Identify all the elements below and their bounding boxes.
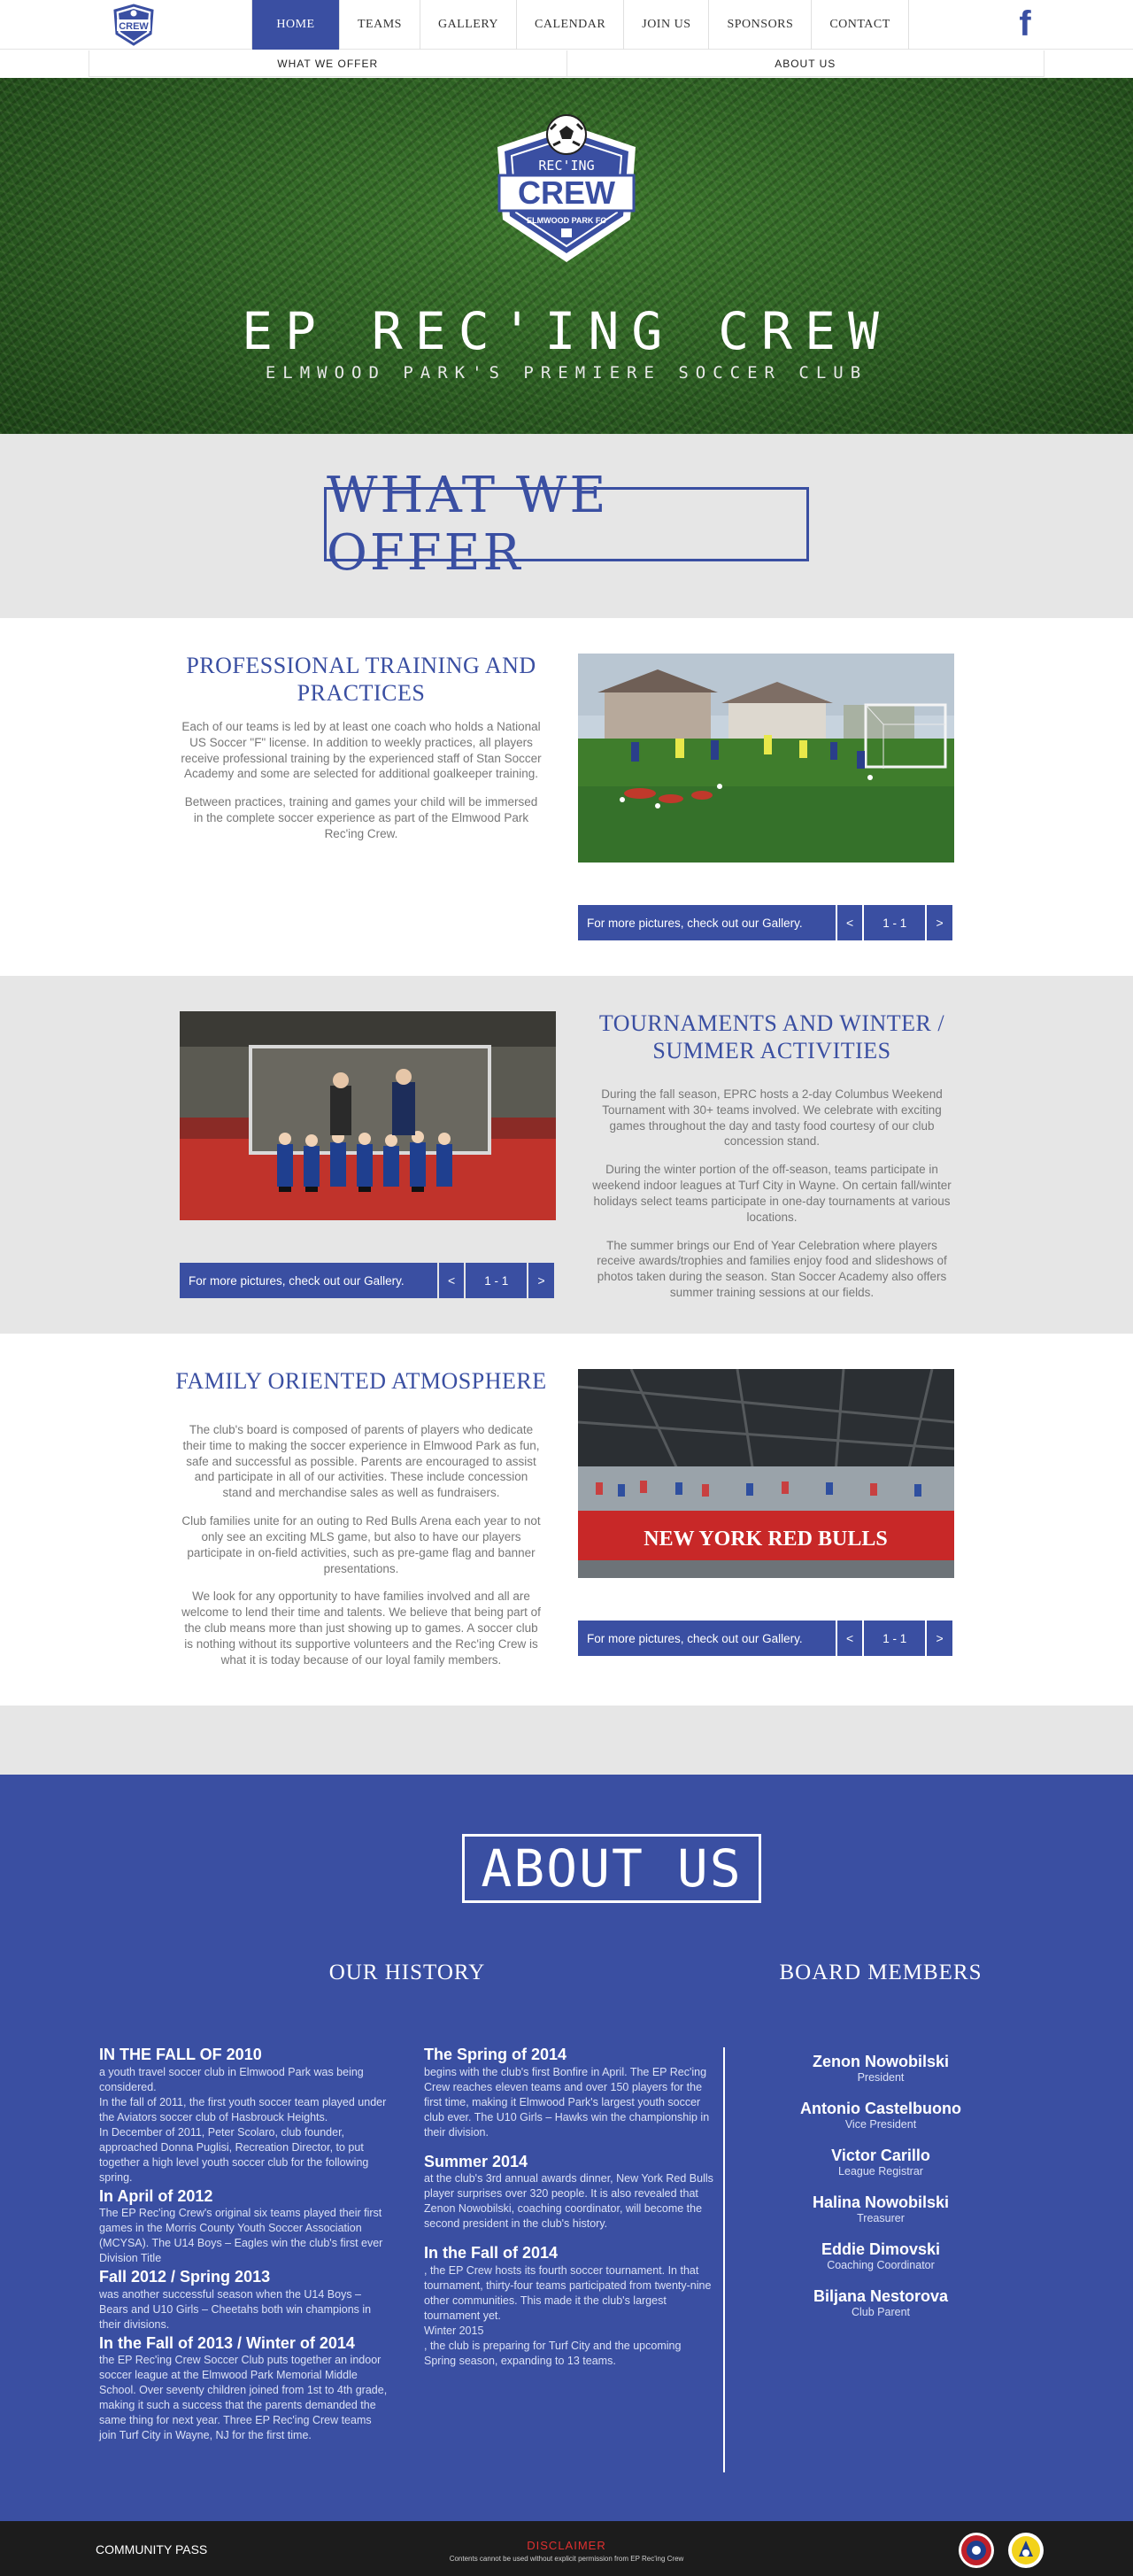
our-history-heading: OUR HISTORY [328,1961,486,1984]
board-members-list: Zenon Nowobilski President Antonio Caste… [770,2044,991,2334]
history-column-right: The Spring of 2014 begins with the club'… [424,2044,716,2369]
anchor-what-we-offer[interactable]: WHAT WE OFFER [89,50,567,77]
board-member-name: Eddie Dimovski [821,2240,941,2258]
anchor-about-us[interactable]: ABOUT US [566,50,1044,77]
offer-bottom-band [0,1706,1133,1775]
training-text: Each of our teams is led by at least one… [180,719,543,855]
club-logo-icon[interactable]: CREW [110,4,158,46]
column-divider [723,2047,725,2472]
history-entry-heading: IN THE FALL OF 2010 [99,2046,262,2063]
facebook-icon[interactable]: f [1014,5,1036,43]
history-entry-heading: In the Fall of 2014 [424,2244,559,2263]
history-entry-heading: In April of 2012 [99,2186,213,2205]
gallery-link[interactable]: For more pictures, check out our Gallery… [180,1263,437,1298]
nav-contact[interactable]: CONTACT [812,0,909,50]
history-entry-text: , the EP Crew hosts its fourth soccer to… [424,2263,712,2367]
board-member-role: Club Parent [851,2306,910,2318]
history-entry-heading: The Spring of 2014 [424,2046,567,2063]
footer: COMMUNITY PASS DISCLAIMER Contents canno… [0,2521,1133,2576]
family-gallery-bar: For more pictures, check out our Gallery… [578,1621,954,1656]
club-crest-logo: REC'ING CREW ELMWOOD PARK FC [497,114,636,262]
gallery-prev-button[interactable]: < [836,1621,863,1656]
family-photo[interactable]: NEW YORK RED BULLS [578,1369,954,1578]
svg-text:CREW: CREW [119,21,149,32]
crest-top-text: REC'ING [538,158,594,174]
nav-gallery[interactable]: GALLERY [420,0,518,50]
tournaments-text: During the fall season, EPRC hosts a 2-d… [590,1087,953,1313]
sponsor-badge-icon[interactable] [1007,2532,1044,2569]
history-column-left: IN THE FALL OF 2010 a youth travel socce… [99,2044,391,2443]
board-member-name: Zenon Nowobilski [812,2053,949,2070]
tournaments-paragraph: During the winter portion of the off-sea… [592,1163,952,1224]
what-we-offer-title-box: WHAT WE OFFER [324,467,809,582]
gallery-next-button[interactable]: > [927,1621,952,1656]
gallery-counter: 1 - 1 [864,905,926,940]
nav-teams[interactable]: TEAMS [340,0,420,50]
nav-calendar[interactable]: CALENDAR [517,0,625,50]
league-badge-icon[interactable] [958,2532,995,2569]
family-text: The club's board is composed of parents … [180,1422,543,1680]
gallery-link[interactable]: For more pictures, check out our Gallery… [578,905,836,940]
history-entry-text: The EP Rec'ing Crew's original six teams… [99,2207,383,2265]
history-entry-heading: Fall 2012 / Spring 2013 [99,2268,271,2286]
history-entry-text: a youth travel soccer club in Elmwood Pa… [99,2065,387,2184]
training-paragraph: Between practices, training and games yo… [184,795,538,840]
hero-banner: REC'ING CREW ELMWOOD PARK FC EP REC'ING … [0,78,1133,434]
crest-bottom-text: ELMWOOD PARK FC [527,216,606,225]
history-entry-text: was another successful season when the U… [99,2287,372,2331]
crest-main-text: CREW [518,174,615,211]
what-we-offer-title: WHAT WE OFFER [327,467,609,582]
hero-title: EP REC'ING CREW [242,301,891,361]
tournaments-paragraph: During the fall season, EPRC hosts a 2-d… [601,1087,943,1149]
tournaments-band [0,976,1133,1334]
red-bulls-banner-text: NEW YORK RED BULLS [644,1528,887,1551]
board-member-role: Treasurer [857,2212,905,2224]
tournaments-photo[interactable] [180,1011,556,1220]
gallery-counter: 1 - 1 [864,1621,926,1656]
about-us-title: ABOUT US [481,1838,743,1899]
family-paragraph: The club's board is composed of parents … [182,1423,540,1500]
history-entry-text: the EP Rec'ing Crew Soccer Club puts tog… [99,2354,388,2442]
gallery-next-button[interactable]: > [528,1263,554,1298]
training-paragraph: Each of our teams is led by at least one… [181,720,542,781]
board-member-role: Vice President [844,2118,917,2131]
training-gallery-bar: For more pictures, check out our Gallery… [578,905,954,940]
history-entry-text: begins with the club's first Bonfire in … [424,2065,710,2139]
tournaments-paragraph: The summer brings our End of Year Celebr… [597,1238,947,1299]
section-anchor-menu: WHAT WE OFFER ABOUT US [89,50,1044,77]
gallery-link[interactable]: For more pictures, check out our Gallery… [578,1621,836,1656]
board-member-name: Victor Carillo [831,2147,930,2164]
gallery-prev-button[interactable]: < [438,1263,465,1298]
main-menu: HOME TEAMS GALLERY CALENDAR JOIN US SPON… [251,0,909,50]
about-us-section: ABOUT US OUR HISTORY BOARD MEMBERS IN TH… [0,1775,1133,2521]
nav-home[interactable]: HOME [251,0,340,50]
board-member-role: League Registrar [838,2165,923,2178]
family-paragraph: We look for any opportunity to have fami… [181,1590,541,1667]
history-entry-heading: Summer 2014 [424,2152,528,2170]
tournaments-gallery-bar: For more pictures, check out our Gallery… [180,1263,556,1298]
history-entry-heading: In the Fall of 2013 / Winter of 2014 [99,2333,355,2352]
nav-join-us[interactable]: JOIN US [624,0,710,50]
gallery-counter: 1 - 1 [466,1263,528,1298]
nav-sponsors[interactable]: SPONSORS [709,0,813,50]
gallery-prev-button[interactable]: < [836,905,863,940]
board-member-role: President [857,2071,905,2084]
gallery-next-button[interactable]: > [927,905,952,940]
training-photo[interactable] [578,654,954,863]
board-members-heading: BOARD MEMBERS [779,1961,983,1984]
tournaments-heading: TOURNAMENTS AND WINTER / SUMMER ACTIVITI… [598,1010,945,1064]
board-member-name: Antonio Castelbuono [800,2100,961,2117]
board-member-role: Coaching Coordinator [827,2259,935,2271]
top-navigation-bar: CREW HOME TEAMS GALLERY CALENDAR JOIN US… [0,0,1133,50]
family-paragraph: Club families unite for an outing to Red… [181,1514,541,1575]
history-entry-text: at the club's 3rd annual awards dinner, … [424,2172,713,2231]
board-member-name: Halina Nowobilski [812,2193,950,2211]
training-heading: PROFESSIONAL TRAINING AND PRACTICES [186,653,536,707]
family-heading: FAMILY ORIENTED ATMOSPHERE [175,1368,547,1394]
about-us-title-box: ABOUT US [462,1834,761,1903]
hero-subtitle: ELMWOOD PARK'S PREMIERE SOCCER CLUB [265,363,868,383]
board-member-name: Biljana Nestorova [813,2287,949,2305]
